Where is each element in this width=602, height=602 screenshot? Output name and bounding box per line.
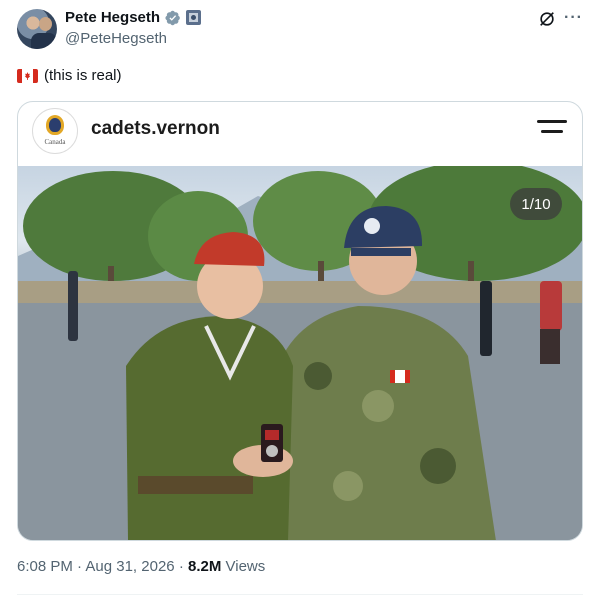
author-name-row: Pete Hegseth [65, 9, 202, 26]
canada-flag-icon [17, 68, 38, 83]
menu-icon[interactable] [537, 120, 567, 140]
meta-separator-1: · [77, 558, 83, 575]
post-meta: 6:08 PM · Aug 31, 2026 · 8.2M Views [17, 558, 265, 575]
cadets-badge-avatar[interactable]: Canada [32, 108, 78, 154]
grok-icon[interactable] [538, 10, 556, 28]
tweet-body: (this is real) [17, 67, 122, 84]
post-photo[interactable]: 1/10 [18, 166, 582, 540]
post-date[interactable]: Aug 31, 2026 [85, 558, 174, 575]
avatar-face [39, 17, 52, 31]
embedded-account-name[interactable]: cadets.vernon [91, 118, 220, 140]
author-display-name[interactable]: Pete Hegseth [65, 9, 160, 26]
views-count: 8.2M [187, 558, 222, 575]
bottom-divider [17, 594, 583, 595]
author-handle[interactable]: @PeteHegseth [65, 30, 167, 47]
tweet-text: (this is real) [44, 67, 122, 84]
affiliation-flag-icon[interactable] [186, 10, 202, 25]
embedded-post-header: Canada cadets.vernon [18, 102, 582, 168]
embedded-post-card[interactable]: Canada cadets.vernon 1/10 [17, 101, 583, 541]
image-counter: 1/10 [510, 188, 562, 220]
crest-icon [46, 115, 64, 135]
author-avatar[interactable] [17, 9, 57, 49]
views-label: Views [225, 558, 266, 575]
more-options-icon[interactable]: ··· [564, 9, 583, 27]
avatar-suit [31, 33, 57, 49]
photo-scene [18, 166, 582, 540]
meta-separator-2: · [178, 558, 184, 575]
post-time[interactable]: 6:08 PM [17, 558, 73, 575]
verified-badge-icon [165, 10, 180, 25]
badge-text: Canada [44, 138, 66, 146]
